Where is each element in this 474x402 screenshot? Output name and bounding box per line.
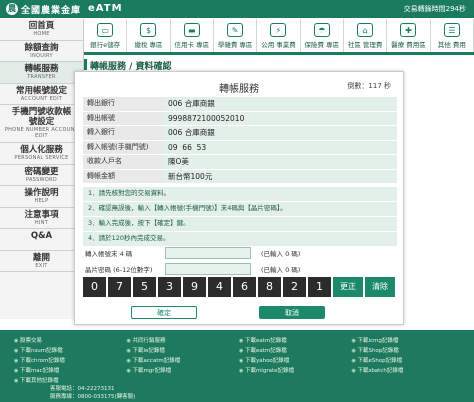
- instruction-item: 3．輸入完成後，按下【確定】鍵。: [83, 217, 397, 231]
- footer-links: 股票交易 共同行銷服務 下載eatm記錄檔 下載icmg記錄檔 下載nsum記錄…: [14, 337, 464, 386]
- medical-icon: ✚: [400, 23, 417, 37]
- credit-card-icon: ▬: [183, 23, 200, 37]
- transfer-panel: 轉帳服務 倒數：117 秒 轉出銀行 006 合庫商銀 轉出帳號 999887210…: [74, 71, 404, 325]
- keypad-key[interactable]: 5: [133, 277, 156, 297]
- keypad-key[interactable]: 9: [183, 277, 206, 297]
- footer-link[interactable]: 下載Shop記錄檔: [352, 347, 465, 356]
- detail-row: 轉入帳號(手機門號) 09 66 53: [83, 140, 397, 154]
- footer-link[interactable]: 下載mac記錄檔: [14, 367, 127, 376]
- footer-link[interactable]: 下載eatm記錄檔: [239, 347, 352, 356]
- footer-link[interactable]: 下載nsum記錄檔: [14, 347, 127, 356]
- sidebar-item-help[interactable]: 操作說明 HELP: [0, 186, 83, 208]
- pin-input[interactable]: [165, 263, 251, 275]
- menu-item[interactable]: ☂ 保險費 專區: [301, 19, 344, 52]
- footer-link[interactable]: 下載yahoo記錄檔: [239, 357, 352, 366]
- detail-row: 轉入銀行 006 合庫商銀: [83, 126, 397, 140]
- sidebar-item-account-edit[interactable]: 常用帳號設定 ACCOUNT EDIT: [0, 84, 83, 105]
- session-timer: 交易轉錄時間294秒: [403, 5, 466, 13]
- detail-row: 轉帳金額 新台幣100元: [83, 169, 397, 183]
- app-title: eATM: [88, 3, 123, 14]
- insurance-icon: ☂: [313, 23, 330, 37]
- top-bar: 農 全國農業金庫 eATM 交易轉錄時間294秒: [0, 0, 474, 18]
- footer-link[interactable]: 股票交易: [14, 337, 127, 346]
- detail-row: 轉出帳號 9998872100052010: [83, 111, 397, 125]
- school-icon: ✎: [227, 23, 244, 37]
- main-menu: ▭ 銀行e儲存 $ 繳稅 專區 ▬ 信用卡 專區 ✎ 學雜費 專區 ⚡ 公用 事業費 ☂ 保…: [84, 19, 474, 55]
- sidebar-item-transfer[interactable]: 轉帳服務 TRANSFER: [0, 62, 83, 84]
- menu-item[interactable]: ⌂ 社區 管理費: [344, 19, 388, 52]
- footer-link[interactable]: 共同行銷服務: [127, 337, 240, 346]
- bank-name: 全國農業金庫: [21, 5, 82, 16]
- pin-count: (已輸入 0 碼): [261, 266, 301, 274]
- detail-row: 收款人戶名 陳O美: [83, 155, 397, 169]
- last4-input[interactable]: [165, 247, 251, 259]
- keypad-key[interactable]: 6: [233, 277, 256, 297]
- keypad-key[interactable]: 2: [283, 277, 306, 297]
- last4-row: 轉入帳號末 4 碼 (已輸入 0 碼): [83, 246, 397, 260]
- footer-link[interactable]: 下載eatm記錄檔: [239, 337, 352, 346]
- footer-link[interactable]: 下載icmg記錄檔: [352, 337, 465, 346]
- service-label: 服務專線：0800-033175(轉客服): [50, 394, 136, 400]
- utility-icon: ⚡: [270, 23, 287, 37]
- sidebar-item-personal[interactable]: 個人化服務 PERSONAL SERVICE: [0, 143, 83, 165]
- phone-label: 客服電話：04-22273131: [50, 386, 115, 392]
- community-icon: ⌂: [357, 23, 374, 37]
- clear-button[interactable]: 清除: [365, 277, 395, 297]
- keypad-key[interactable]: 0: [83, 277, 106, 297]
- menu-item[interactable]: ▬ 信用卡 專區: [171, 19, 214, 52]
- tax-icon: $: [140, 23, 157, 37]
- countdown: 倒數：117 秒: [347, 82, 391, 90]
- keypad-key[interactable]: 1: [308, 277, 331, 297]
- menu-item[interactable]: ⚡ 公用 事業費: [257, 19, 301, 52]
- footer: 股票交易 共同行銷服務 下載eatm記錄檔 下載icmg記錄檔 下載nsum記錄…: [0, 330, 474, 402]
- contact-info: 客服電話：04-22273131 服務專線：0800-033175(轉客服): [50, 385, 135, 401]
- menu-item[interactable]: ☰ 其他 費用: [431, 19, 474, 52]
- other-fee-icon: ☰: [443, 23, 460, 37]
- bank-card-icon: ▭: [97, 23, 114, 37]
- instructions: 1．請先核對您的交易資料。 2．確認無誤後，輸入【轉入帳號(手機門號)】末4碼與…: [83, 187, 397, 247]
- footer-link[interactable]: 下載ie記錄檔: [127, 347, 240, 356]
- keypad-key[interactable]: 3: [158, 277, 181, 297]
- sidebar-item-home[interactable]: 回首頁 HOME: [0, 19, 83, 41]
- sidebar: 回首頁 HOME 餘額查詢 INQUIRY 轉帳服務 TRANSFER 常用帳號設定 A…: [0, 19, 84, 319]
- keypad: 0 7 5 3 9 4 6 8 2 1 更正 清除: [83, 277, 399, 297]
- footer-link[interactable]: 下載eShop記錄檔: [352, 357, 465, 366]
- instruction-item: 1．請先核對您的交易資料。: [83, 187, 397, 201]
- transfer-details: 轉出銀行 006 合庫商銀 轉出帳號 9998872100052010 轉入銀行 00…: [83, 97, 397, 184]
- keypad-key[interactable]: 7: [108, 277, 131, 297]
- menu-item[interactable]: ✚ 醫療 費用區: [387, 19, 431, 52]
- keypad-key[interactable]: 8: [258, 277, 281, 297]
- confirm-button[interactable]: 確定: [131, 306, 197, 319]
- bank-logo[interactable]: 農 全國農業金庫: [6, 2, 81, 16]
- sidebar-item-inquiry[interactable]: 餘額查詢 INQUIRY: [0, 41, 83, 62]
- correct-button[interactable]: 更正: [333, 277, 363, 297]
- sidebar-item-qa[interactable]: Q&A: [0, 229, 83, 251]
- pin-row: 晶片密碼 (6-12位數字) (已輸入 0 碼): [83, 262, 397, 276]
- menu-item[interactable]: ✎ 學雜費 專區: [214, 19, 258, 52]
- sidebar-item-exit[interactable]: 離開 EXIT: [0, 251, 83, 272]
- footer-link[interactable]: 下載chrom記錄檔: [14, 357, 127, 366]
- last4-count: (已輸入 0 碼): [261, 250, 301, 258]
- last4-label: 轉入帳號末 4 碼: [85, 250, 133, 258]
- instruction-item: 4．請於120秒內完成交易。: [83, 232, 397, 246]
- sidebar-item-phone-account[interactable]: 手機門號收款帳號設定 PHONE NUMBER ACCOUNT EDIT: [0, 105, 83, 143]
- detail-row: 轉出銀行 006 合庫商銀: [83, 97, 397, 111]
- breadcrumb-marker: [84, 59, 87, 70]
- cancel-button[interactable]: 取消: [259, 306, 325, 319]
- sidebar-item-password[interactable]: 密碼變更 PASSWORD: [0, 165, 83, 186]
- bank-logo-icon: 農: [6, 3, 18, 15]
- keypad-key[interactable]: 4: [208, 277, 231, 297]
- menu-item[interactable]: $ 繳稅 專區: [127, 19, 171, 52]
- instruction-item: 2．確認無誤後，輸入【轉入帳號(手機門號)】末4碼與【晶片密碼】。: [83, 202, 397, 216]
- footer-link[interactable]: 下載migrate記錄檔: [239, 367, 352, 376]
- footer-link[interactable]: 下載mgr記錄檔: [127, 367, 240, 376]
- footer-link[interactable]: 下載accatm記錄檔: [127, 357, 240, 366]
- pin-label: 晶片密碼 (6-12位數字): [85, 266, 153, 274]
- footer-link[interactable]: 下載sbatch記錄檔: [352, 367, 465, 376]
- sidebar-item-hint[interactable]: 注意事項 HINT: [0, 208, 83, 229]
- menu-item[interactable]: ▭ 銀行e儲存: [84, 19, 128, 52]
